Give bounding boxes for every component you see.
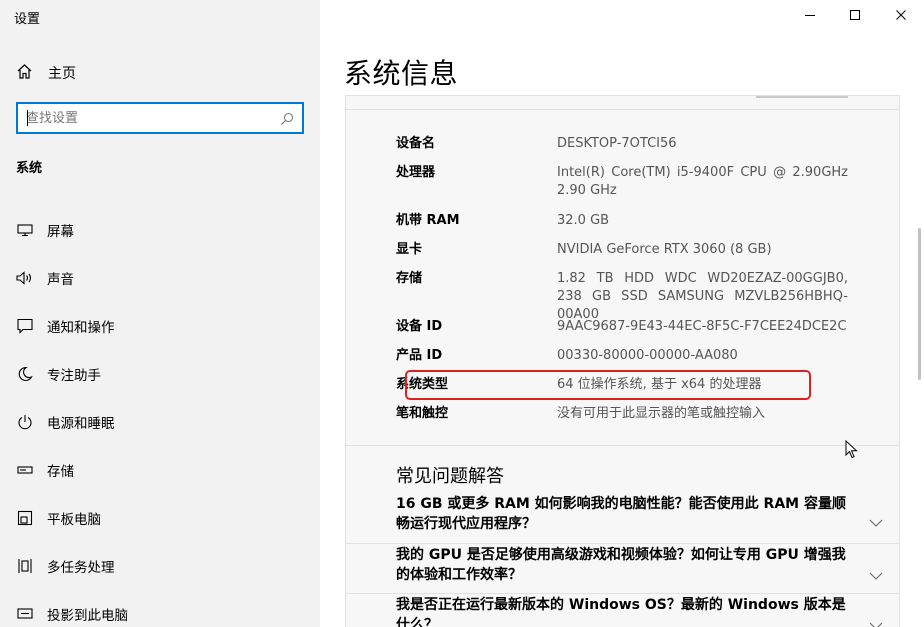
spec-row-graphics: 显卡 NVIDIA GeForce RTX 3060 (8 GB)	[396, 241, 848, 259]
faq-question: 16 GB 或更多 RAM 如何影响我的电脑性能？能否使用此 RAM 容量顺畅运…	[396, 496, 846, 532]
spec-label: 处理器	[396, 165, 436, 180]
spec-row-pen-touch: 笔和触控 没有可用于此显示器的笔或触控输入	[396, 405, 848, 423]
spec-label: 设备名	[396, 136, 436, 151]
sidebar-item-label: 平板电脑	[47, 512, 101, 528]
sidebar-item-storage[interactable]: 存储	[0, 446, 320, 494]
sidebar-item-label: 投影到此电脑	[47, 608, 128, 624]
minimize-button[interactable]	[799, 5, 821, 25]
sidebar-item-label: 多任务处理	[47, 560, 115, 576]
sidebar-item-tablet[interactable]: 平板电脑	[0, 494, 320, 542]
spec-value[interactable]: Intel(R) Core(TM) i5-9400F CPU @ 2.90GHz…	[557, 164, 848, 200]
spec-label: 设备 ID	[396, 319, 443, 334]
spec-value[interactable]: 没有可用于此显示器的笔或触控输入	[557, 405, 848, 423]
spec-row-processor: 处理器 Intel(R) Core(TM) i5-9400F CPU @ 2.9…	[396, 164, 848, 200]
faq-item-gpu[interactable]: 我的 GPU 是否足够使用高级游戏和视频体验？如何让专用 GPU 增强我的体验和…	[346, 545, 899, 593]
spec-value[interactable]: 32.0 GB	[557, 212, 848, 230]
faq-question: 我的 GPU 是否足够使用高级游戏和视频体验？如何让专用 GPU 增强我的体验和…	[396, 547, 846, 583]
main-content: 系统信息 设备名 DESKTOP-7OTCI56 处理器 Intel(R) Co…	[320, 0, 924, 627]
close-button[interactable]	[890, 5, 912, 25]
sidebar-item-label: 声音	[47, 272, 74, 288]
notification-icon	[16, 317, 34, 335]
sidebar-item-label: 存储	[47, 464, 74, 480]
home-nav-item[interactable]: 主页	[16, 62, 76, 84]
home-icon	[16, 63, 33, 84]
sidebar-item-power[interactable]: 电源和睡眠	[0, 398, 320, 446]
sidebar-item-sound[interactable]: 声音	[0, 254, 320, 302]
spec-label: 产品 ID	[396, 348, 443, 363]
spec-label: 显卡	[396, 242, 423, 257]
faq-title: 常见问题解答	[396, 466, 504, 487]
spec-value[interactable]: NVIDIA GeForce RTX 3060 (8 GB)	[557, 241, 848, 259]
faq-item-ram[interactable]: 16 GB 或更多 RAM 如何影响我的电脑性能？能否使用此 RAM 容量顺畅运…	[346, 494, 899, 544]
display-icon	[16, 221, 34, 239]
sidebar-nav: 屏幕 声音 通知和操作 专注助手 电源和睡眠 存储 平板电脑 多任务处理 投影到…	[0, 206, 320, 627]
panel-top-tab	[756, 96, 848, 98]
home-label: 主页	[48, 66, 76, 82]
mouse-cursor-icon	[845, 439, 859, 464]
sidebar-item-label: 电源和睡眠	[47, 416, 115, 432]
sidebar-item-label: 专注助手	[47, 368, 101, 384]
text-caret	[27, 110, 28, 126]
sidebar-item-notifications[interactable]: 通知和操作	[0, 302, 320, 350]
spec-row-device-id: 设备 ID 9AAC9687-9E43-44EC-8F5C-F7CEE24DCE…	[396, 318, 848, 336]
spec-value[interactable]: 00330-80000-00000-AA080	[557, 347, 848, 365]
search-icon[interactable]	[280, 111, 294, 130]
search-box[interactable]	[16, 102, 304, 134]
divider	[346, 445, 899, 446]
faq-item-windows-version[interactable]: 我是否正在运行最新版本的 Windows OS？最新的 Windows 版本是什…	[346, 595, 899, 627]
spec-row-ram: 机带 RAM 32.0 GB	[396, 212, 848, 230]
project-icon	[16, 605, 34, 623]
divider	[346, 543, 899, 544]
sidebar-item-display[interactable]: 屏幕	[0, 206, 320, 254]
spec-label: 存储	[396, 271, 423, 286]
storage-icon	[16, 461, 34, 479]
spec-value[interactable]: 1.82 TB HDD WDC WD20EZAZ-00GGJB0, 238 GB…	[557, 270, 848, 324]
chevron-down-icon[interactable]	[869, 512, 883, 531]
system-info-panel: 设备名 DESKTOP-7OTCI56 处理器 Intel(R) Core(TM…	[345, 95, 900, 627]
multitask-icon	[16, 557, 34, 575]
sidebar-item-label: 屏幕	[47, 224, 74, 240]
app-title: 设置	[14, 12, 41, 27]
divider	[346, 109, 899, 110]
speaker-icon	[16, 269, 34, 287]
sidebar-item-multitasking[interactable]: 多任务处理	[0, 542, 320, 590]
spec-label: 笔和触控	[396, 406, 449, 421]
tablet-icon	[16, 509, 34, 527]
power-icon	[16, 413, 34, 431]
spec-value[interactable]: 9AAC9687-9E43-44EC-8F5C-F7CEE24DCE2C	[557, 318, 848, 336]
chevron-down-icon[interactable]	[869, 565, 883, 584]
divider	[346, 593, 899, 594]
spec-row-storage: 存储 1.82 TB HDD WDC WD20EZAZ-00GGJB0, 238…	[396, 270, 848, 324]
sidebar-item-label: 通知和操作	[47, 320, 115, 336]
page-title: 系统信息	[344, 57, 459, 90]
moon-icon	[16, 365, 34, 383]
spec-row-device-name: 设备名 DESKTOP-7OTCI56	[396, 135, 848, 153]
maximize-button[interactable]	[844, 5, 866, 25]
system-type-highlight	[405, 370, 811, 400]
faq-question: 我是否正在运行最新版本的 Windows OS？最新的 Windows 版本是什…	[396, 597, 846, 627]
spec-row-product-id: 产品 ID 00330-80000-00000-AA080	[396, 347, 848, 365]
chevron-down-icon[interactable]	[869, 615, 883, 627]
search-input[interactable]	[18, 110, 268, 126]
scrollbar-thumb[interactable]	[918, 228, 921, 380]
sidebar-item-focus-assist[interactable]: 专注助手	[0, 350, 320, 398]
spec-value[interactable]: DESKTOP-7OTCI56	[557, 135, 848, 153]
section-title-system: 系统	[16, 161, 43, 176]
sidebar-item-projecting[interactable]: 投影到此电脑	[0, 590, 320, 627]
spec-label: 机带 RAM	[396, 213, 460, 228]
sidebar: 设置 主页 系统 屏幕 声音 通知和操	[0, 0, 320, 627]
